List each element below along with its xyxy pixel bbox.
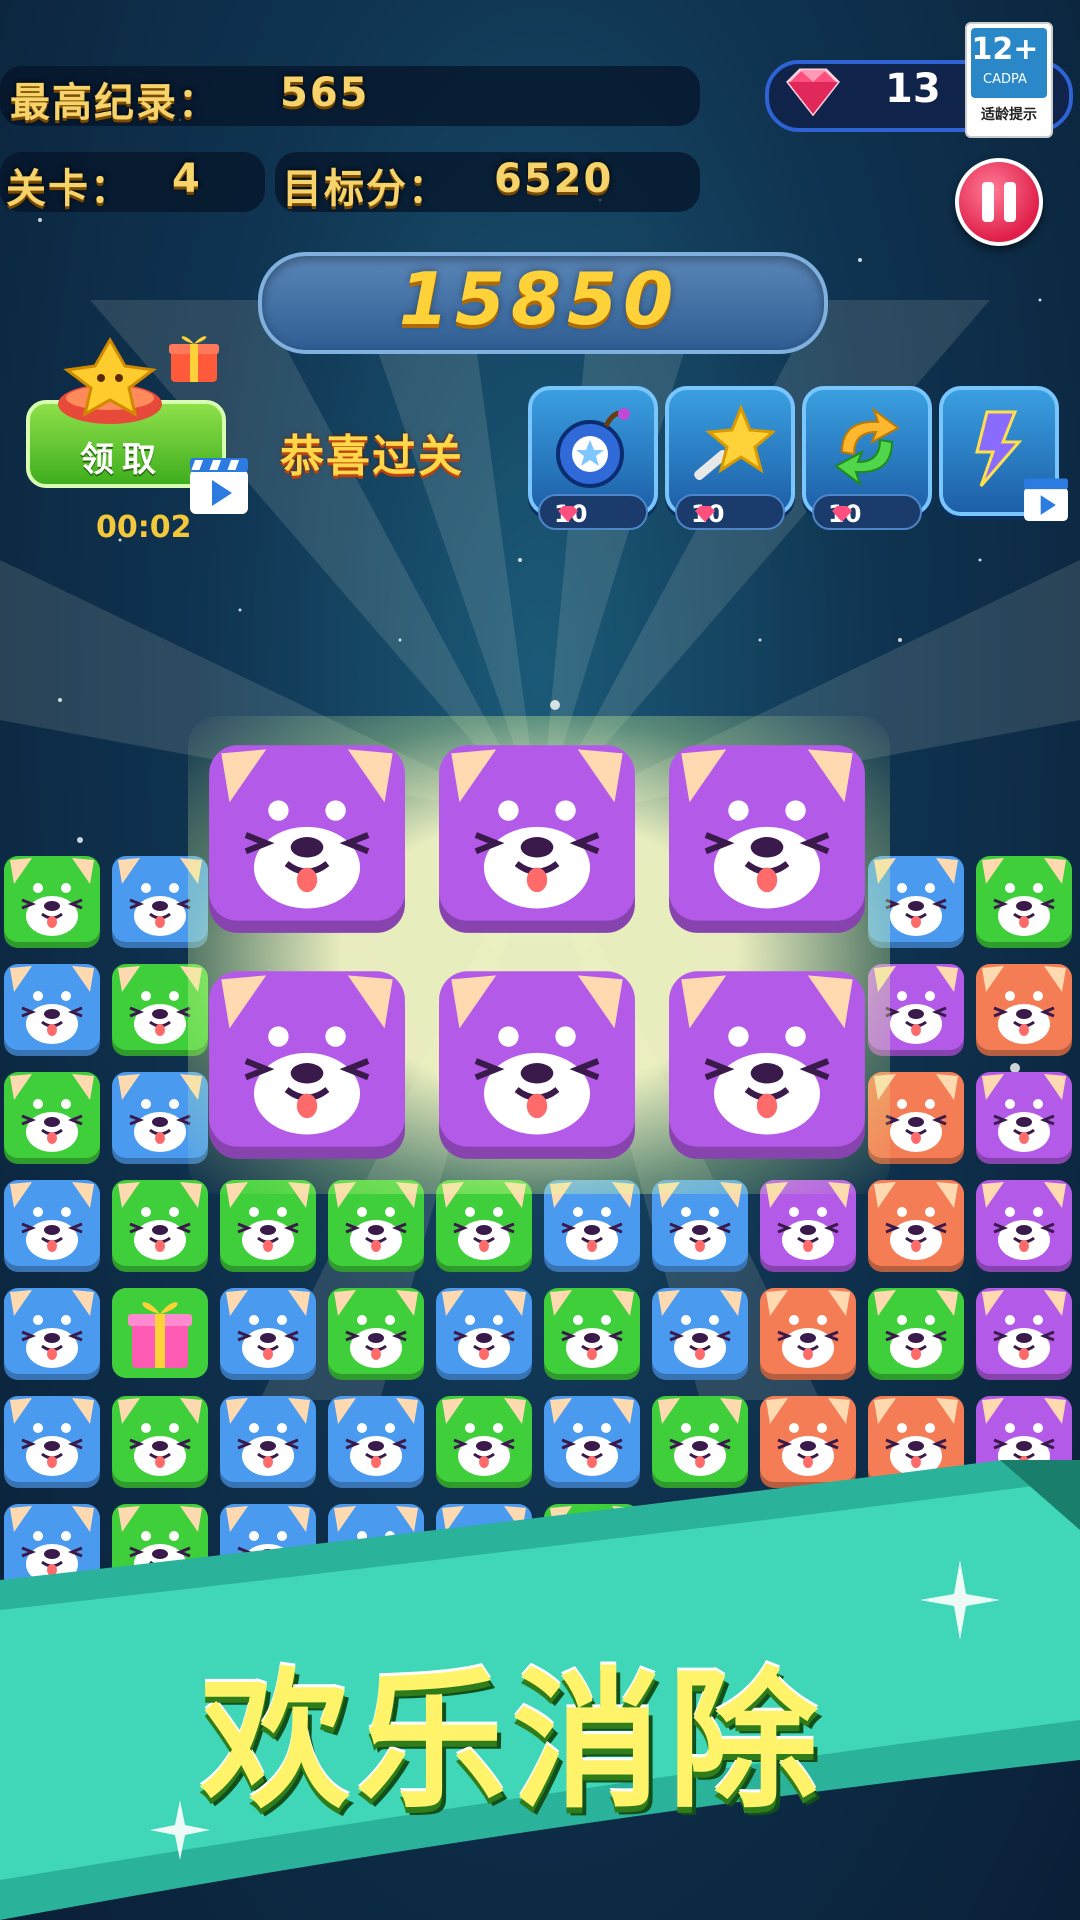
dog-tile-green[interactable] — [2, 1066, 102, 1166]
dog-tile-green[interactable] — [866, 1282, 966, 1382]
matched-dog-tile-purple[interactable] — [665, 733, 869, 937]
dog-tile-blue[interactable] — [434, 1282, 534, 1382]
gift-tile[interactable] — [110, 1282, 210, 1382]
dog-tile-green[interactable] — [110, 1174, 210, 1274]
dog-tile-blue[interactable] — [218, 1282, 318, 1382]
dog-tile-green[interactable] — [326, 1282, 426, 1382]
dog-tile-orange[interactable] — [974, 958, 1074, 1058]
dog-tile-green[interactable] — [2, 850, 102, 950]
matched-dog-tile-purple[interactable] — [435, 733, 639, 937]
dog-tile-purple[interactable] — [974, 1066, 1074, 1166]
matched-dog-tile-purple[interactable] — [205, 959, 409, 1163]
matched-dog-tile-purple[interactable] — [435, 959, 639, 1163]
matched-dog-tile-purple[interactable] — [665, 959, 869, 1163]
sparkle-icon — [920, 1560, 1000, 1640]
matched-dog-tile-purple[interactable] — [205, 733, 409, 937]
dog-tile-orange[interactable] — [866, 1174, 966, 1274]
dog-tile-orange[interactable] — [758, 1282, 858, 1382]
dog-tile-green[interactable] — [542, 1282, 642, 1382]
dog-tile-purple[interactable] — [974, 1282, 1074, 1382]
dog-tile-blue[interactable] — [2, 1282, 102, 1382]
dog-tile-blue[interactable] — [650, 1282, 750, 1382]
dog-tile-blue[interactable] — [2, 1174, 102, 1274]
game-title: 欢乐消除 — [200, 1655, 825, 1829]
dog-tile-green[interactable] — [974, 850, 1074, 950]
dog-tile-purple[interactable] — [974, 1174, 1074, 1274]
dog-tile-blue[interactable] — [2, 958, 102, 1058]
